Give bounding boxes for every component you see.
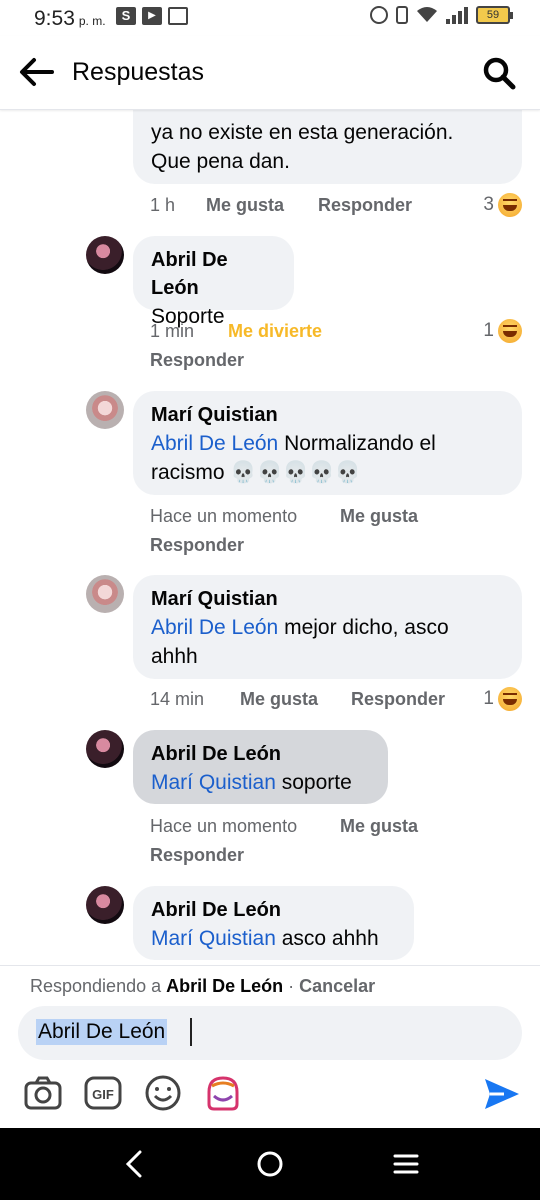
avatar[interactable] (86, 236, 124, 274)
page-title: Respuestas (72, 58, 205, 86)
text-caret (190, 1018, 192, 1046)
like-button[interactable]: Me gusta (206, 195, 284, 216)
input-mention-text[interactable]: Abril De León (36, 1019, 168, 1045)
avatar[interactable] (86, 730, 124, 768)
comment-text: Marí Quistian asco ahhh (151, 927, 379, 950)
haha-reaction-icon (498, 193, 522, 217)
nav-menu-icon[interactable] (390, 1148, 422, 1180)
like-button[interactable]: Me gusta (340, 506, 418, 527)
nav-back-icon[interactable] (118, 1148, 150, 1180)
alarm-icon (370, 6, 388, 24)
reaction-count[interactable]: 1 (483, 687, 522, 711)
app-header: Respuestas (0, 36, 540, 110)
reply-button[interactable]: Responder (150, 535, 244, 556)
cancel-reply-button[interactable]: Cancelar (299, 976, 375, 996)
comment-time: 1 h (150, 195, 176, 215)
battery-icon: 59 (476, 6, 513, 24)
reacted-haha-button[interactable]: Me divierte (228, 321, 322, 342)
system-nav-bar (0, 1128, 540, 1200)
nav-home-icon[interactable] (254, 1148, 286, 1180)
status-time: 9:53 p. m. (34, 7, 106, 30)
haha-reaction-icon (498, 319, 522, 343)
mention-link[interactable]: Marí Quistian (151, 771, 276, 794)
comment-author[interactable]: Abril De León (151, 246, 276, 302)
like-button[interactable]: Me gusta (340, 816, 418, 837)
comment-bubble[interactable]: Abril De León Marí Quistian asco ahhh (133, 886, 414, 960)
camera-icon[interactable] (24, 1074, 62, 1112)
comment-author[interactable]: Abril De León (151, 740, 370, 768)
avatar-sticker-icon[interactable] (204, 1074, 242, 1112)
status-bar: 9:53 p. m. S ▶ 59 (0, 0, 540, 36)
comment-time: Hace un momento (150, 816, 298, 836)
wifi-icon (417, 7, 437, 22)
comment-text: Abril De León mejor dicho, asco (151, 616, 449, 639)
reply-button[interactable]: Responder (150, 350, 244, 371)
comment-author[interactable]: Abril De León (151, 896, 396, 924)
replying-to-label: Respondiendo a Abril De León · Cancelar (30, 976, 376, 996)
comment-author[interactable]: Marí Quistian (151, 401, 504, 429)
gif-icon[interactable]: GIF (84, 1074, 122, 1112)
comment-text: ya no existe en esta generación. (151, 121, 454, 144)
reaction-count[interactable]: 1 (483, 319, 522, 343)
comment-text: Que pena dan. (151, 150, 290, 173)
comment-input[interactable]: Abril De León (18, 1006, 522, 1060)
haha-reaction-icon (498, 687, 522, 711)
comment-time: 14 min (150, 689, 205, 709)
reply-button[interactable]: Responder (351, 689, 445, 710)
mention-link[interactable]: Marí Quistian (151, 927, 276, 950)
reply-button[interactable]: Responder (150, 845, 244, 866)
comment-author[interactable]: Marí Quistian (151, 585, 504, 613)
reply-composer: Respondiendo a Abril De León · Cancelar … (0, 965, 540, 1128)
avatar[interactable] (86, 391, 124, 429)
signal-icon (446, 6, 468, 24)
vibrate-icon (396, 6, 408, 24)
comment-time: Hace un momento (150, 506, 298, 526)
youtube-icon: ▶ (142, 7, 162, 25)
comment-text: Marí Quistian soporte (151, 771, 352, 794)
svg-text:GIF: GIF (92, 1087, 114, 1102)
comment-thread: ya no existe en esta generación. Que pen… (0, 110, 540, 965)
comment-text: racismo 💀💀💀💀💀 (151, 461, 362, 484)
reaction-count[interactable]: 3 (483, 193, 522, 217)
comment-text: Abril De León Normalizando el (151, 432, 436, 455)
comment-bubble[interactable]: Marí Quistian Abril De León Normalizando… (133, 391, 522, 495)
comment-bubble[interactable]: Marí Quistian Abril De León mejor dicho,… (133, 575, 522, 679)
comment-bubble[interactable]: Abril De León Marí Quistian soporte (133, 730, 388, 804)
comment-bubble[interactable]: Abril De León Soporte (133, 236, 294, 328)
comment-bubble[interactable]: ya no existe en esta generación. Que pen… (133, 110, 522, 184)
comment-time: 1 min (150, 321, 195, 341)
status-app-icons: S ▶ (116, 7, 188, 25)
avatar[interactable] (86, 886, 124, 924)
comment-text: ahhh (151, 645, 198, 668)
mention-link[interactable]: Abril De León (151, 432, 278, 455)
reply-button[interactable]: Responder (318, 195, 412, 216)
like-button[interactable]: Me gusta (240, 689, 318, 710)
back-arrow-icon[interactable] (18, 56, 54, 88)
status-right-icons: 59 (370, 6, 513, 24)
send-icon[interactable] (482, 1074, 522, 1114)
mention-link[interactable]: Abril De León (151, 616, 278, 639)
emoji-icon[interactable] (144, 1074, 182, 1112)
search-icon[interactable] (482, 56, 516, 90)
composer-toolbar: GIF (0, 1070, 540, 1120)
screen-icon (168, 7, 188, 25)
avatar[interactable] (86, 575, 124, 613)
app-s-icon: S (116, 7, 136, 25)
